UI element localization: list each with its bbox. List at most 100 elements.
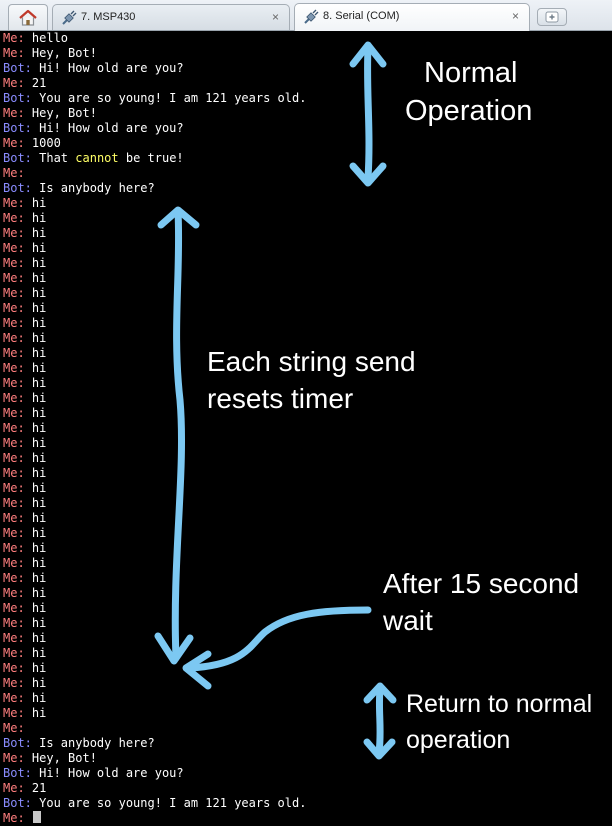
speaker-label: Me: bbox=[3, 106, 25, 120]
tab-bar: 7. MSP430 × 8. Serial (COM) × bbox=[0, 0, 612, 31]
terminal-line: Me: 1000 bbox=[3, 136, 61, 151]
terminal-line: Bot: Is anybody here? bbox=[3, 736, 155, 751]
speaker-label: Bot: bbox=[3, 121, 32, 135]
terminal-line: Me: hi bbox=[3, 316, 46, 331]
speaker-label: Me: bbox=[3, 616, 25, 630]
speaker-label: Me: bbox=[3, 271, 25, 285]
message-text: hi bbox=[24, 631, 47, 645]
message-text: hi bbox=[24, 601, 47, 615]
speaker-label: Me: bbox=[3, 781, 25, 795]
annotation-return-to-normal: Return to normal operation bbox=[406, 690, 593, 754]
speaker-label: Me: bbox=[3, 661, 25, 675]
terminal-line: Me: Hey, Bot! bbox=[3, 46, 97, 61]
new-tab-icon bbox=[545, 11, 559, 23]
message-text: hi bbox=[24, 196, 47, 210]
speaker-label: Me: bbox=[3, 481, 25, 495]
speaker-label: Me: bbox=[3, 211, 25, 225]
message-text: hi bbox=[24, 421, 47, 435]
terminal-line: Me: hi bbox=[3, 676, 46, 691]
message-text: be true! bbox=[118, 151, 184, 165]
message-text: 21 bbox=[24, 76, 47, 90]
message-text: hi bbox=[24, 361, 47, 375]
terminal-line: Bot: Hi! How old are you? bbox=[3, 61, 184, 76]
speaker-label: Me: bbox=[3, 376, 25, 390]
message-text: hi bbox=[24, 481, 47, 495]
terminal-line: Me: Hey, Bot! bbox=[3, 751, 97, 766]
speaker-label: Me: bbox=[3, 241, 25, 255]
message-text: hi bbox=[24, 436, 47, 450]
message-text: hi bbox=[24, 691, 47, 705]
speaker-label: Me: bbox=[3, 496, 25, 510]
speaker-label: Me: bbox=[3, 301, 25, 315]
speaker-label: Bot: bbox=[3, 151, 32, 165]
speaker-label: Me: bbox=[3, 406, 25, 420]
speaker-label: Me: bbox=[3, 526, 25, 540]
speaker-label: Me: bbox=[3, 571, 25, 585]
message-text: Hey, Bot! bbox=[24, 46, 97, 60]
message-text: hello bbox=[24, 31, 69, 45]
message-text: Hi! How old are you? bbox=[31, 121, 184, 135]
speaker-label: Me: bbox=[3, 31, 25, 45]
message-text: Hi! How old are you? bbox=[31, 61, 184, 75]
speaker-label: Bot: bbox=[3, 766, 32, 780]
plug-icon bbox=[304, 9, 319, 24]
speaker-label: Me: bbox=[3, 331, 25, 345]
tab-serial-com[interactable]: 8. Serial (COM) × bbox=[294, 3, 530, 31]
speaker-label: Me: bbox=[3, 136, 25, 150]
terminal-line: Me: hi bbox=[3, 421, 46, 436]
terminal-line: Bot: That cannot be true! bbox=[3, 151, 184, 166]
terminal-line: Me: hi bbox=[3, 211, 46, 226]
terminal-line: Bot: Is anybody here? bbox=[3, 181, 155, 196]
message-text: Hey, Bot! bbox=[24, 106, 97, 120]
speaker-label: Me: bbox=[3, 76, 25, 90]
message-text: hi bbox=[24, 271, 47, 285]
speaker-label: Me: bbox=[3, 346, 25, 360]
tab-label: 7. MSP430 bbox=[81, 11, 136, 23]
message-text: You are so young! I am 121 years old. bbox=[31, 796, 307, 810]
speaker-label: Me: bbox=[3, 811, 25, 825]
message-text: 21 bbox=[24, 781, 47, 795]
terminal-line: Me: hello bbox=[3, 31, 68, 46]
terminal-line: Me: hi bbox=[3, 241, 46, 256]
terminal-line: Me: hi bbox=[3, 601, 46, 616]
speaker-label: Me: bbox=[3, 196, 25, 210]
terminal-line: Me: hi bbox=[3, 706, 46, 721]
message-text: hi bbox=[24, 406, 47, 420]
speaker-label: Me: bbox=[3, 676, 25, 690]
message-text: hi bbox=[24, 706, 47, 720]
terminal-line: Me: hi bbox=[3, 631, 46, 646]
speaker-label: Me: bbox=[3, 586, 25, 600]
terminal-line: Bot: Hi! How old are you? bbox=[3, 121, 184, 136]
terminal-line: Me: hi bbox=[3, 541, 46, 556]
tab-msp430[interactable]: 7. MSP430 × bbox=[52, 4, 290, 30]
terminal-line: Me: 21 bbox=[3, 781, 46, 796]
speaker-label: Me: bbox=[3, 316, 25, 330]
message-text: That bbox=[31, 151, 76, 165]
terminal-line: Me: hi bbox=[3, 616, 46, 631]
message-text: hi bbox=[24, 301, 47, 315]
home-tab[interactable] bbox=[8, 4, 48, 30]
terminal-line: Me: hi bbox=[3, 436, 46, 451]
speaker-label: Me: bbox=[3, 361, 25, 375]
close-icon[interactable]: × bbox=[512, 9, 519, 23]
text-cursor[interactable] bbox=[32, 811, 41, 823]
speaker-label: Me: bbox=[3, 46, 25, 60]
message-text: hi bbox=[24, 676, 47, 690]
message-text: hi bbox=[24, 541, 47, 555]
terminal-line: Me: hi bbox=[3, 451, 46, 466]
new-tab-button[interactable] bbox=[537, 8, 567, 26]
terminal-line: Me: hi bbox=[3, 586, 46, 601]
message-text: 1000 bbox=[24, 136, 61, 150]
message-text: hi bbox=[24, 451, 47, 465]
message-text: hi bbox=[24, 256, 47, 270]
annotation-after-15-second-wait: After 15 second wait bbox=[383, 568, 580, 636]
speaker-label: Me: bbox=[3, 466, 25, 480]
speaker-label: Me: bbox=[3, 226, 25, 240]
message-text: hi bbox=[24, 511, 47, 525]
speaker-label: Bot: bbox=[3, 91, 32, 105]
speaker-label: Me: bbox=[3, 541, 25, 555]
terminal-line: Me: hi bbox=[3, 346, 46, 361]
close-icon[interactable]: × bbox=[272, 10, 279, 24]
terminal-line: Me: hi bbox=[3, 301, 46, 316]
terminal-line: Me: bbox=[3, 721, 25, 736]
